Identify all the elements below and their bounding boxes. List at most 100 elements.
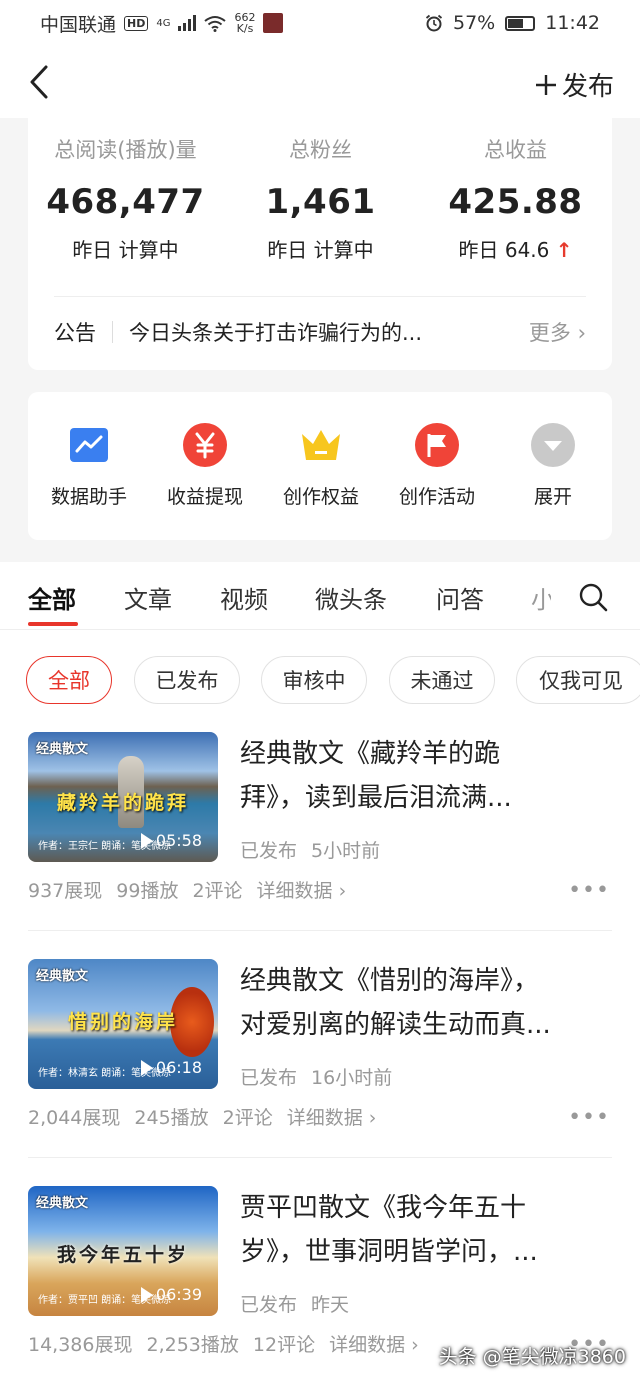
chart-icon <box>66 422 112 468</box>
stat-label: 总阅读(播放)量 <box>54 138 197 162</box>
notice-bar[interactable]: 公告 今日头条关于打击诈骗行为的... 更多 › <box>54 312 586 352</box>
play-icon <box>140 832 153 849</box>
watermark: 头条 @笔尖微凉3860 <box>438 1346 626 1368</box>
stat-income[interactable]: 总收益 425.88 昨日 64.6 ↑ <box>418 134 613 263</box>
detail-data-link[interactable]: 详细数据 › <box>287 1103 377 1130</box>
tool-creator-activity[interactable]: 创作活动 <box>382 422 492 509</box>
tab-micro-posts[interactable]: 微头条 <box>315 580 387 615</box>
tools-card: 数据助手 收益提现 创作权益 创作活动 展开 <box>28 392 612 540</box>
back-icon[interactable] <box>24 64 54 100</box>
item-stats: 14,386展现 2,253播放 12评论 详细数据 › <box>28 1330 419 1357</box>
battery-percent: 57% <box>453 12 496 34</box>
item-meta: 已发布 昨天 <box>240 1294 350 1316</box>
tool-withdraw[interactable]: 收益提现 <box>150 422 260 509</box>
more-options-icon[interactable]: ••• <box>568 1105 610 1130</box>
search-icon[interactable] <box>578 582 608 612</box>
chip-reviewing[interactable]: 审核中 <box>261 656 367 704</box>
notice-text[interactable]: 今日头条关于打击诈骗行为的... <box>129 317 519 347</box>
crown-icon <box>298 422 344 468</box>
views-count: 937展现 <box>28 880 103 902</box>
item-stats: 2,044展现 245播放 2评论 详细数据 › <box>28 1103 376 1130</box>
thumbnail-title: 惜别的海岸 <box>67 1011 178 1033</box>
content-item[interactable]: 经典散文 藏羚羊的跪拜 作者：王宗仁 朗诵：笔尖微凉 05:58 经典散文《藏羚… <box>0 732 640 958</box>
stat-value: 1,461 <box>265 182 376 222</box>
play-icon <box>140 1059 153 1076</box>
clock: 11:42 <box>545 12 600 34</box>
detail-data-link[interactable]: 详细数据 › <box>257 876 347 903</box>
stat-sub: 昨日 计算中 <box>267 238 374 262</box>
item-stats: 937展现 99播放 2评论 详细数据 › <box>28 876 346 903</box>
publish-label: 发布 <box>561 72 614 102</box>
app-notification-icon <box>263 13 284 33</box>
video-duration: 06:39 <box>140 1285 202 1304</box>
stats-card: 总阅读(播放)量 468,477 昨日 计算中 总粉丝 1,461 昨日 计算中… <box>28 118 612 370</box>
notice-more-link[interactable]: 更多 › <box>529 317 586 347</box>
tab-all[interactable]: 全部 <box>28 580 76 615</box>
stat-sub: 昨日 计算中 <box>72 238 179 262</box>
content-tabs: 全部 文章 视频 微头条 问答 小 <box>0 562 640 630</box>
video-thumbnail[interactable]: 经典散文 我今年五十岁 作者：贾平凹 朗诵：笔尖微凉 06:39 <box>28 1186 218 1316</box>
item-meta: 已发布 5小时前 <box>240 840 381 862</box>
thumbnail-badge: 经典散文 <box>36 969 89 984</box>
content-item[interactable]: 经典散文 惜别的海岸 作者：林清玄 朗诵：笔尖微凉 06:18 经典散文《惜别的… <box>0 959 640 1185</box>
plays-count: 99播放 <box>116 880 179 902</box>
thumbnail-badge: 经典散文 <box>36 742 89 757</box>
video-thumbnail[interactable]: 经典散文 藏羚羊的跪拜 作者：王宗仁 朗诵：笔尖微凉 05:58 <box>28 732 218 862</box>
chip-all[interactable]: 全部 <box>26 656 112 704</box>
nav-bar: 发布 <box>0 46 640 118</box>
expand-icon <box>530 422 576 468</box>
tab-more-truncated[interactable]: 小 <box>531 580 551 615</box>
item-title[interactable]: 贾平凹散文《我今年五十 岁》，世事洞明皆学问，... <box>240 1186 612 1274</box>
plays-count: 245播放 <box>134 1107 209 1129</box>
yuan-icon <box>182 422 228 468</box>
plays-count: 2,253播放 <box>146 1334 239 1356</box>
thumbnail-title: 藏羚羊的跪拜 <box>56 792 189 814</box>
tab-videos[interactable]: 视频 <box>220 580 268 615</box>
hd-icon: HD <box>124 15 149 31</box>
divider <box>54 296 586 297</box>
stat-label: 总粉丝 <box>289 138 352 162</box>
chip-private[interactable]: 仅我可见 <box>516 656 640 704</box>
active-tab-indicator <box>28 622 78 626</box>
tab-qa[interactable]: 问答 <box>436 580 484 615</box>
stat-reads[interactable]: 总阅读(播放)量 468,477 昨日 计算中 <box>28 134 223 263</box>
item-title[interactable]: 经典散文《惜别的海岸》， 对爱别离的解读生动而真... <box>240 959 612 1047</box>
comments-count[interactable]: 12评论 <box>253 1330 315 1357</box>
wifi-icon <box>204 15 227 32</box>
stat-label: 总收益 <box>484 138 547 162</box>
status-bar: 中国联通 HD 4G 662 K/s 57% 11:42 <box>0 0 640 46</box>
detail-data-link[interactable]: 详细数据 › <box>329 1330 419 1357</box>
more-options-icon[interactable]: ••• <box>568 878 610 903</box>
signal-icon <box>178 15 197 31</box>
thumbnail-badge: 经典散文 <box>36 1196 89 1211</box>
stat-value: 468,477 <box>46 182 205 222</box>
stat-fans[interactable]: 总粉丝 1,461 昨日 计算中 <box>223 134 418 263</box>
tool-data-assistant[interactable]: 数据助手 <box>34 422 144 509</box>
comments-count[interactable]: 2评论 <box>192 876 242 903</box>
battery-icon <box>505 15 536 31</box>
divider <box>28 1157 612 1158</box>
comments-count[interactable]: 2评论 <box>223 1103 273 1130</box>
tool-creator-rights[interactable]: 创作权益 <box>266 422 376 509</box>
tab-articles[interactable]: 文章 <box>124 580 172 615</box>
flag-icon <box>414 422 460 468</box>
status-filter-chips: 全部 已发布 审核中 未通过 仅我可见 <box>0 656 640 706</box>
stat-sub: 昨日 64.6 ↑ <box>458 238 573 262</box>
up-arrow-icon: ↑ <box>555 238 573 262</box>
alarm-icon <box>425 14 443 32</box>
video-thumbnail[interactable]: 经典散文 惜别的海岸 作者：林清玄 朗诵：笔尖微凉 06:18 <box>28 959 218 1089</box>
carrier-label: 中国联通 <box>40 13 117 36</box>
chip-published[interactable]: 已发布 <box>134 656 240 704</box>
content-list-area: 全部 文章 视频 微头条 问答 小 全部 已发布 审核中 未通过 仅我可见 经典… <box>0 562 640 1387</box>
network-gen-label: 4G <box>156 17 171 29</box>
chip-rejected[interactable]: 未通过 <box>389 656 495 704</box>
item-title[interactable]: 经典散文《藏羚羊的跪 拜》，读到最后泪流满... <box>240 732 612 820</box>
tool-label: 展开 <box>533 486 572 508</box>
tool-expand[interactable]: 展开 <box>498 422 608 509</box>
video-duration: 06:18 <box>140 1058 202 1077</box>
views-count: 2,044展现 <box>28 1107 121 1129</box>
tool-label: 创作活动 <box>398 486 475 508</box>
stat-value: 425.88 <box>448 182 583 222</box>
publish-button[interactable]: 发布 <box>534 66 614 103</box>
tool-label: 收益提现 <box>166 486 243 508</box>
